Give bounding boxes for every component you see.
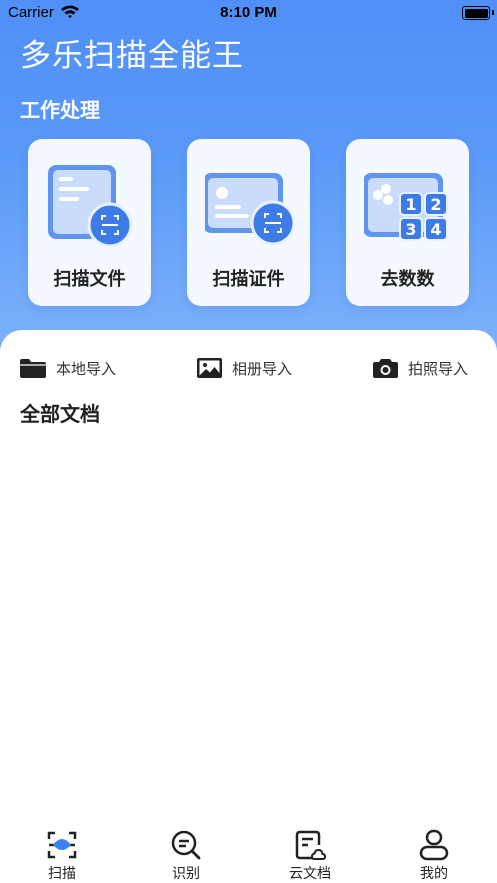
- battery-icon: [462, 6, 494, 20]
- tab-profile[interactable]: 我的: [372, 826, 496, 883]
- local-import-button[interactable]: 本地导入: [19, 356, 116, 380]
- album-import-button[interactable]: 相册导入: [196, 356, 292, 380]
- scan-document-icon: [48, 165, 133, 248]
- clock: 8:10 PM: [220, 4, 277, 21]
- tab-label: 云文档: [289, 866, 331, 882]
- image-icon: [197, 358, 222, 378]
- svg-text:4: 4: [430, 220, 441, 239]
- tab-scan[interactable]: 扫描: [0, 826, 124, 883]
- svg-text:3: 3: [405, 220, 416, 239]
- tab-label: 扫描: [48, 866, 76, 882]
- scan-id-card[interactable]: 扫描证件: [187, 139, 310, 306]
- section-title: 工作处理: [20, 98, 100, 122]
- card-label: 扫描证件: [212, 269, 285, 290]
- tab-cloud-docs[interactable]: 云文档: [248, 826, 372, 883]
- import-label: 本地导入: [56, 359, 117, 378]
- status-bar: Carrier 8:10 PM: [0, 0, 497, 26]
- scan-tab-icon: [47, 831, 77, 859]
- tab-label: 识别: [172, 866, 200, 882]
- recognize-search-icon: [171, 830, 201, 860]
- scan-document-card[interactable]: 扫描文件: [28, 139, 151, 306]
- app-title: 多乐扫描全能王: [20, 38, 244, 74]
- import-label: 相册导入: [232, 359, 293, 378]
- svg-text:2: 2: [430, 195, 441, 214]
- import-label: 拍照导入: [408, 359, 469, 378]
- folder-icon: [20, 359, 46, 378]
- card-label: 扫描文件: [53, 269, 126, 290]
- svg-text:1: 1: [405, 195, 416, 214]
- camera-icon: [373, 359, 398, 378]
- scan-id-card-icon: [205, 173, 295, 246]
- tab-bar: 扫描 识别 云文档 我的: [0, 826, 497, 883]
- tab-label: 我的: [420, 866, 448, 882]
- count-numbers-card[interactable]: 1 2 3 4 去数数: [346, 139, 469, 306]
- user-profile-icon: [419, 829, 449, 861]
- card-label: 去数数: [380, 269, 435, 290]
- cloud-document-icon: [295, 830, 326, 860]
- documents-title: 全部文档: [20, 402, 100, 426]
- count-numbers-icon: 1 2 3 4: [364, 173, 448, 241]
- tab-recognize[interactable]: 识别: [124, 826, 248, 883]
- camera-import-button[interactable]: 拍照导入: [372, 356, 468, 380]
